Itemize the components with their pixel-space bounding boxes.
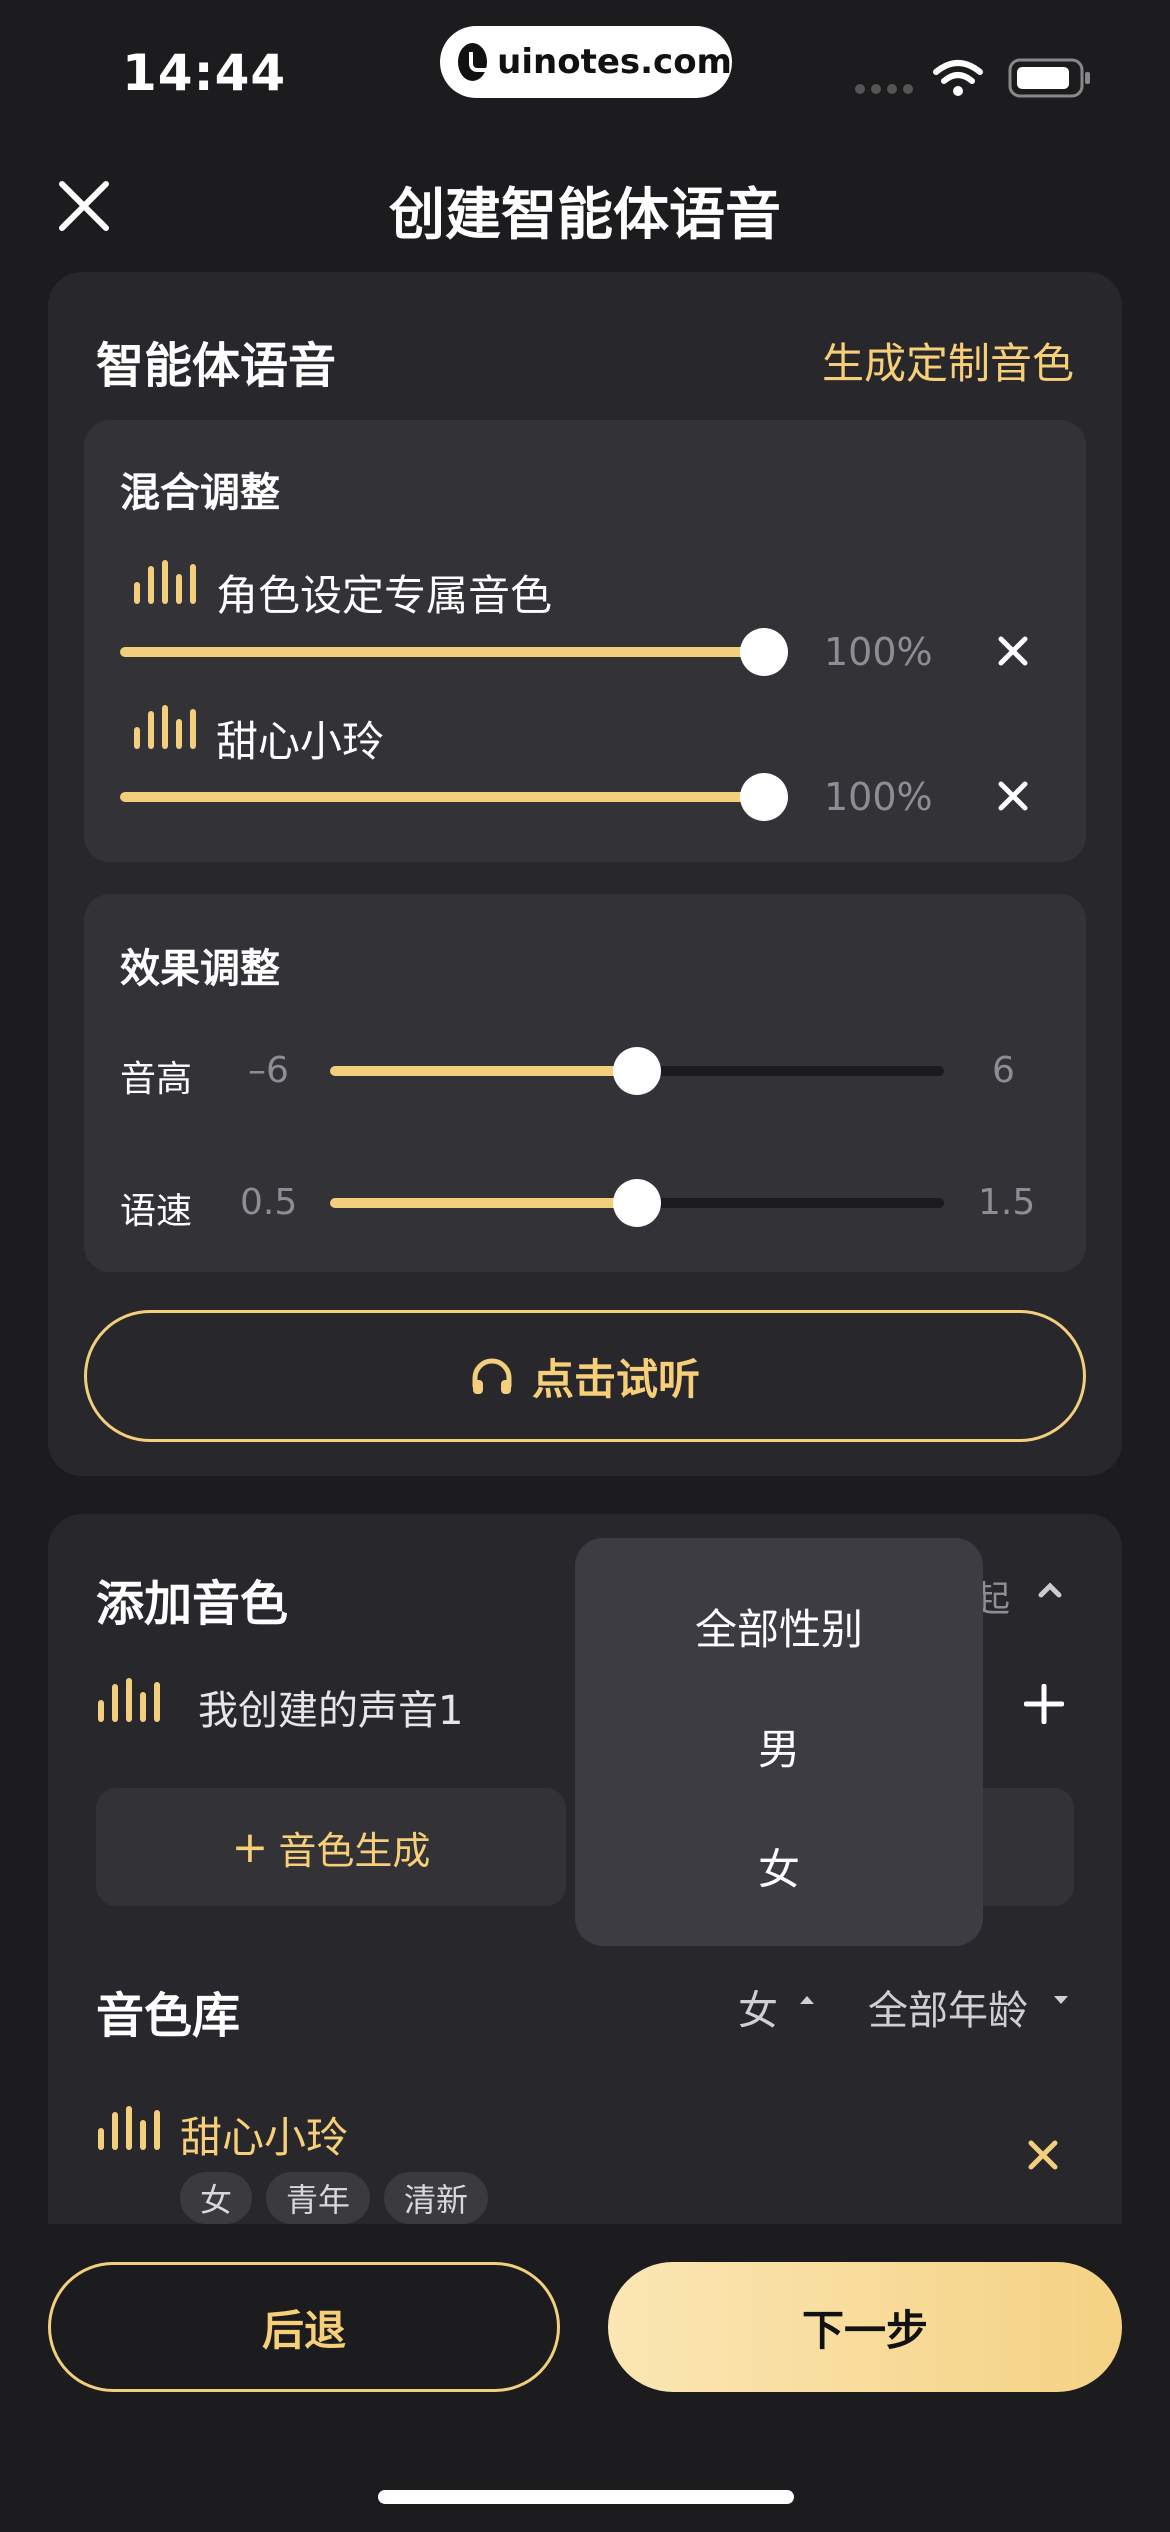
remove-icon[interactable] bbox=[998, 781, 1028, 811]
gender-filter[interactable]: 女 bbox=[738, 1978, 778, 2036]
age-filter[interactable]: 全部年龄 bbox=[868, 1978, 1028, 2036]
speed-max: 1.5 bbox=[978, 1182, 1036, 1223]
preview-label: 点击试听 bbox=[531, 1354, 700, 1404]
pitch-max: 6 bbox=[992, 1050, 1015, 1091]
add-voice-title: 添加音色 bbox=[96, 1576, 289, 1632]
tag: 清新 bbox=[384, 2172, 489, 2224]
cellular-signal-icon bbox=[855, 84, 913, 94]
pitch-label: 音高 bbox=[120, 1059, 193, 1100]
library-item-name[interactable]: 甜心小玲 bbox=[180, 2104, 348, 2165]
speed-slider[interactable] bbox=[330, 1179, 944, 1227]
voice-card-title: 智能体语音 bbox=[96, 338, 337, 394]
mix-slider[interactable] bbox=[120, 628, 788, 676]
wifi-icon bbox=[933, 60, 983, 96]
mix-title: 混合调整 bbox=[120, 470, 280, 516]
voice-wave-icon bbox=[98, 1678, 160, 1722]
plus-icon: + bbox=[231, 1821, 269, 1873]
preview-button[interactable]: 点击试听 bbox=[84, 1310, 1086, 1442]
voice-wave-icon bbox=[134, 705, 196, 749]
caret-down-icon bbox=[1054, 1996, 1068, 2004]
mix-slider-knob[interactable] bbox=[740, 773, 788, 821]
back-label: 后退 bbox=[261, 2305, 346, 2355]
effects-title: 效果调整 bbox=[120, 946, 280, 992]
pitch-slider-knob[interactable] bbox=[613, 1047, 661, 1095]
dropdown-option-all[interactable]: 全部性别 bbox=[575, 1596, 983, 1657]
pitch-slider[interactable] bbox=[330, 1047, 944, 1095]
mix-percent: 100% bbox=[824, 775, 933, 819]
library-title: 音色库 bbox=[96, 1988, 241, 2044]
voice-wave-icon bbox=[98, 2106, 160, 2150]
home-indicator[interactable] bbox=[378, 2490, 794, 2504]
pitch-min: –6 bbox=[248, 1050, 289, 1091]
add-icon[interactable] bbox=[1024, 1684, 1064, 1724]
site-logo-icon bbox=[458, 43, 494, 81]
generate-voice-button[interactable]: + 音色生成 bbox=[96, 1788, 566, 1906]
mix-slider-knob[interactable] bbox=[740, 628, 788, 676]
battery-icon bbox=[1008, 58, 1090, 98]
caret-up-icon bbox=[800, 1996, 814, 2004]
speed-min: 0.5 bbox=[240, 1182, 298, 1223]
generate-voice-label: 音色生成 bbox=[278, 1828, 431, 1873]
back-button[interactable]: 后退 bbox=[48, 2262, 560, 2392]
headphones-icon bbox=[472, 1358, 512, 1394]
voice-wave-icon bbox=[134, 560, 196, 604]
mix-slider[interactable] bbox=[120, 773, 788, 821]
remove-icon[interactable] bbox=[1028, 2140, 1058, 2170]
next-label: 下一步 bbox=[801, 2305, 928, 2355]
my-voice-name: 我创建的声音1 bbox=[198, 1688, 464, 1734]
chevron-up-icon[interactable] bbox=[1038, 1582, 1062, 1598]
speed-slider-knob[interactable] bbox=[613, 1179, 661, 1227]
remove-icon[interactable] bbox=[998, 636, 1028, 666]
url-text: uinotes.com bbox=[497, 42, 732, 82]
dropdown-option-male[interactable]: 男 bbox=[575, 1716, 983, 1777]
tag: 青年 bbox=[266, 2172, 371, 2224]
mix-item-name: 角色设定专属音色 bbox=[216, 571, 553, 620]
speed-label: 语速 bbox=[120, 1191, 193, 1232]
mix-percent: 100% bbox=[824, 630, 933, 674]
url-pill[interactable]: uinotes.com bbox=[440, 26, 732, 98]
gender-dropdown: 全部性别 男 女 bbox=[575, 1538, 983, 1946]
next-button[interactable]: 下一步 bbox=[608, 2262, 1122, 2392]
generate-custom-link[interactable]: 生成定制音色 bbox=[822, 330, 1074, 391]
status-time: 14:44 bbox=[122, 44, 287, 102]
library-item-tags: 女 青年 清新 bbox=[180, 2172, 489, 2224]
mix-item-name: 甜心小玲 bbox=[216, 717, 385, 766]
tag: 女 bbox=[180, 2172, 253, 2224]
page-title: 创建智能体语音 bbox=[389, 183, 781, 248]
dropdown-option-female[interactable]: 女 bbox=[575, 1836, 983, 1897]
